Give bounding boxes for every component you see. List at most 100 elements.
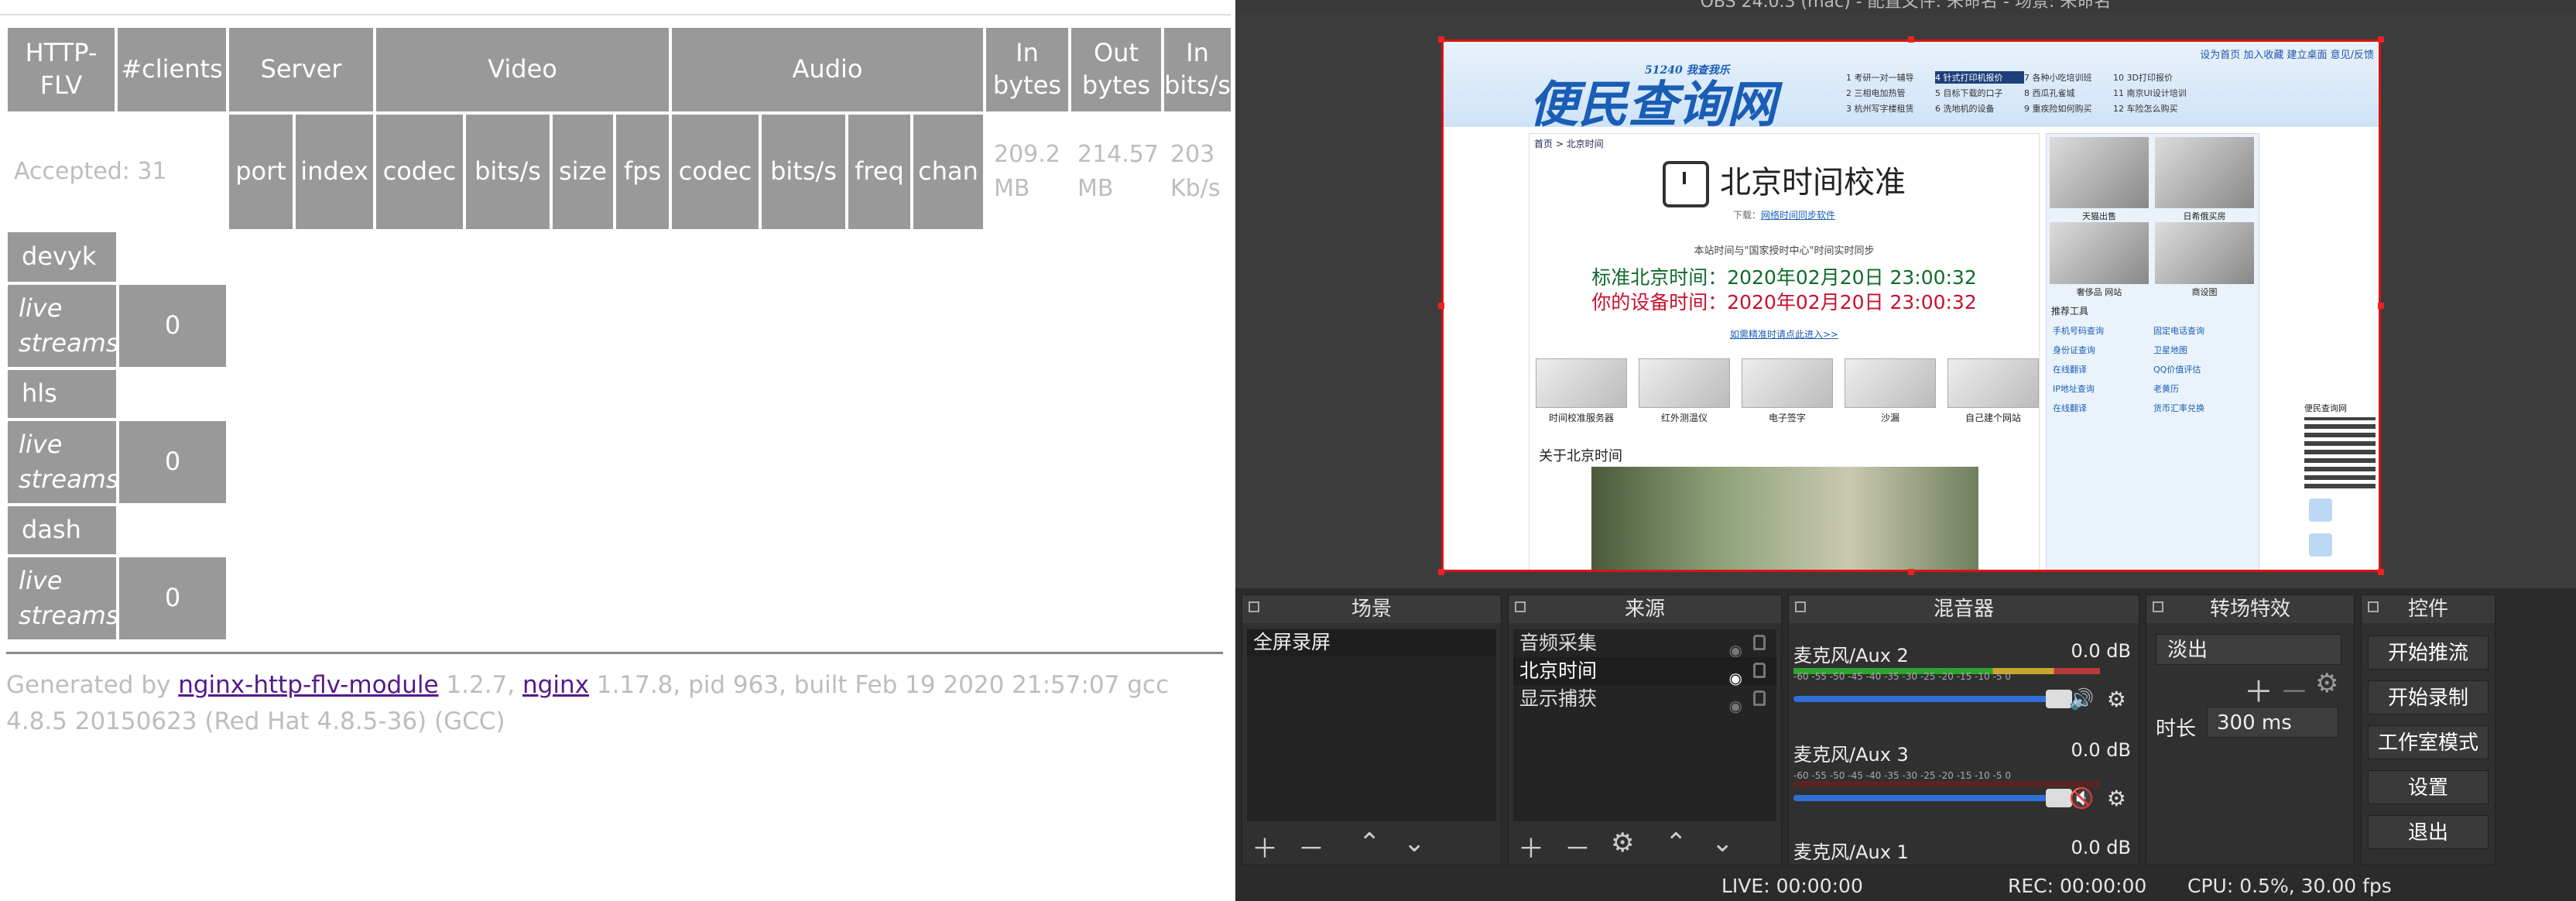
resize-handle[interactable] [1438, 569, 1444, 575]
resize-handle[interactable] [1438, 36, 1444, 43]
menu-link[interactable]: 7 各种小吃培训班 [2024, 71, 2113, 84]
module-link[interactable]: nginx-http-flv-module [178, 671, 438, 699]
preview-area[interactable]: 设为首页 加入收藏 建立桌面 意见/反馈 便民查询网 51240 我查我乐 1 考… [1235, 14, 2576, 588]
tool-link[interactable]: 货币汇率兑换 [2153, 402, 2254, 414]
side-image[interactable] [2050, 137, 2149, 208]
side-image[interactable] [2155, 222, 2254, 284]
chat-icon[interactable] [2309, 533, 2332, 557]
settings-button[interactable]: 设置 [2368, 770, 2489, 804]
move-up-icon[interactable]: ⌃ [1665, 827, 1687, 858]
thumbnail[interactable]: 时间校准服务器 [1536, 358, 1627, 424]
start-recording-button[interactable]: 开始录制 [2368, 680, 2489, 714]
side-image[interactable] [2155, 137, 2254, 208]
studio-mode-button[interactable]: 工作室模式 [2368, 725, 2489, 759]
webpage-top-links[interactable]: 设为首页 加入收藏 建立桌面 意见/反馈 [2200, 46, 2374, 61]
scenes-list[interactable]: 全屏录屏 [1247, 629, 1496, 821]
tool-link[interactable]: 在线翻译 [2053, 402, 2153, 414]
muted-speaker-icon[interactable]: 🔇 [2069, 787, 2094, 810]
resize-handle[interactable] [2378, 569, 2384, 575]
undock-icon[interactable] [1249, 601, 1259, 612]
eye-icon[interactable]: ◉ [1729, 692, 1742, 720]
menu-link[interactable]: 2 三相电加热管 [1846, 87, 1935, 99]
sources-list[interactable]: 音频采集 ◉ 北京时间 ◉ 显示捕获 ◉ [1513, 629, 1776, 821]
thumbnail[interactable]: 电子签字 [1742, 358, 1833, 424]
menu-link[interactable]: 1 考研一对一辅导 [1846, 71, 1935, 84]
live-streams-count: 0 [118, 283, 228, 368]
resize-handle[interactable] [2378, 36, 2384, 43]
tool-link[interactable]: 老黄历 [2153, 382, 2254, 395]
tool-link[interactable]: 固定电话查询 [2153, 324, 2254, 337]
undock-icon[interactable] [1795, 601, 1806, 612]
tool-link[interactable]: 卫星地图 [2153, 344, 2254, 356]
source-item[interactable]: 北京时间 ◉ [1513, 657, 1776, 687]
duration-input[interactable]: 300 ms [2207, 707, 2338, 738]
speaker-icon[interactable]: 🔊 [2069, 688, 2094, 711]
menu-link[interactable]: 12 车险怎么购买 [2113, 102, 2202, 115]
menu-link[interactable]: 5 目标下载的口子 [1935, 87, 2024, 99]
remove-icon[interactable]: － [1564, 827, 1591, 865]
remove-icon[interactable]: － [2280, 668, 2309, 711]
tool-link[interactable]: 手机号码查询 [2053, 324, 2153, 337]
undock-icon[interactable] [1515, 601, 1526, 612]
volume-knob[interactable] [2045, 690, 2072, 708]
section-devyk: devyk [6, 231, 118, 283]
add-icon[interactable]: ＋ [2244, 668, 2273, 711]
add-icon[interactable]: ＋ [1252, 827, 1278, 865]
undock-icon[interactable] [2368, 601, 2379, 612]
download-link[interactable]: 网络时间同步软件 [1761, 210, 1835, 221]
menu-link[interactable]: 3 杭州写字楼租赁 [1846, 102, 1935, 115]
menu-link[interactable]: 4 针式打印机报价 [1935, 71, 2024, 84]
exit-button[interactable]: 退出 [2368, 815, 2489, 849]
breadcrumb[interactable]: 首页 > 北京时间 [1534, 137, 1604, 150]
lock-icon[interactable] [1753, 635, 1766, 650]
source-item[interactable]: 音频采集 ◉ [1513, 629, 1776, 659]
source-item[interactable]: 显示捕获 ◉ [1513, 685, 1776, 715]
undock-icon[interactable] [2153, 601, 2163, 612]
menu-link[interactable]: 10 3D打印报价 [2113, 71, 2202, 84]
move-down-icon[interactable]: ⌄ [1403, 827, 1426, 858]
gear-icon[interactable]: ⚙ [2107, 786, 2126, 811]
menu-link[interactable]: 11 南京UI设计培训 [2113, 87, 2202, 99]
gear-icon[interactable]: ⚙ [2107, 687, 2126, 712]
menu-link[interactable]: 6 洗地机的设备 [1935, 102, 2024, 115]
volume-knob[interactable] [2045, 789, 2072, 807]
level-meter [1793, 781, 2100, 787]
transition-select[interactable]: 淡出 [2156, 634, 2341, 665]
volume-slider[interactable] [1793, 696, 2053, 702]
menu-link[interactable]: 9 重疾险如何购买 [2024, 102, 2113, 115]
add-icon[interactable]: ＋ [1518, 827, 1544, 865]
move-down-icon[interactable]: ⌄ [1711, 827, 1734, 858]
move-up-icon[interactable]: ⌃ [1358, 827, 1381, 858]
thumbnail[interactable]: 红外测温仪 [1639, 358, 1730, 424]
resize-handle[interactable] [1908, 569, 1914, 575]
start-streaming-button[interactable]: 开始推流 [2368, 635, 2489, 670]
scene-item[interactable]: 全屏录屏 [1247, 629, 1496, 656]
menu-link[interactable]: 8 西瓜孔雀城 [2024, 87, 2113, 99]
side-image[interactable] [2050, 222, 2149, 284]
lock-icon[interactable] [1753, 663, 1766, 678]
scroll-top-icon[interactable] [2309, 498, 2332, 522]
more-link[interactable]: 如需精准时请点此进入>> [1530, 327, 2039, 341]
gear-icon[interactable]: ⚙ [2315, 668, 2338, 699]
resize-handle[interactable] [2378, 303, 2384, 309]
in-bytes-value: 209.2 MB [994, 141, 1060, 202]
side-caption: 商设图 [2191, 287, 2218, 297]
thumbnail[interactable]: 沙漏 [1845, 358, 1936, 424]
remove-icon[interactable]: － [1298, 827, 1324, 865]
thumbnail[interactable]: 自己建个网站 [1947, 358, 2039, 424]
logo-subtitle: 51240 我查我乐 [1645, 64, 1730, 77]
controls-title: 控件 [2407, 598, 2448, 621]
download-label: 下载： [1732, 210, 1761, 221]
tool-link[interactable]: 在线翻译 [2053, 363, 2153, 375]
tool-link[interactable]: 身份证查询 [2053, 344, 2153, 356]
tool-link[interactable]: IP地址查询 [2053, 382, 2153, 395]
lock-icon[interactable] [1753, 690, 1766, 706]
volume-slider[interactable] [1793, 795, 2053, 801]
thumbnail-caption: 红外测温仪 [1660, 413, 1708, 423]
resize-handle[interactable] [1908, 36, 1914, 43]
tool-link[interactable]: QQ价值评估 [2153, 363, 2254, 375]
nginx-link[interactable]: nginx [522, 671, 589, 699]
gear-icon[interactable]: ⚙ [1611, 827, 1634, 858]
resize-handle[interactable] [1438, 303, 1444, 309]
source-canvas[interactable]: 设为首页 加入收藏 建立桌面 意见/反馈 便民查询网 51240 我查我乐 1 考… [1441, 39, 2381, 572]
